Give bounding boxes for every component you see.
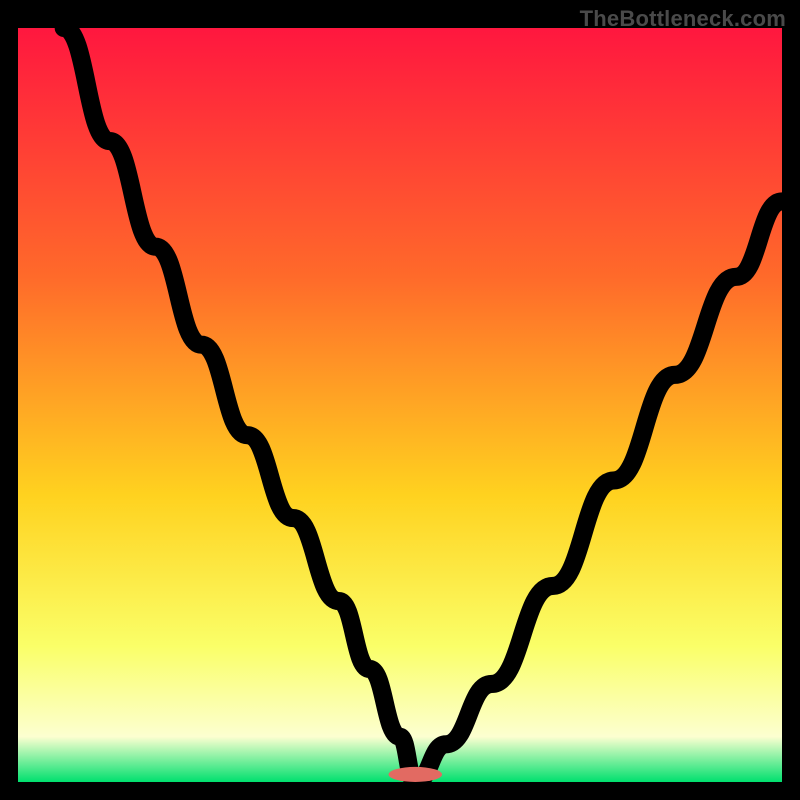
valley-marker <box>389 767 442 782</box>
gradient-background <box>18 28 782 782</box>
chart-stage: TheBottleneck.com <box>0 0 800 800</box>
bottleneck-chart <box>18 28 782 782</box>
